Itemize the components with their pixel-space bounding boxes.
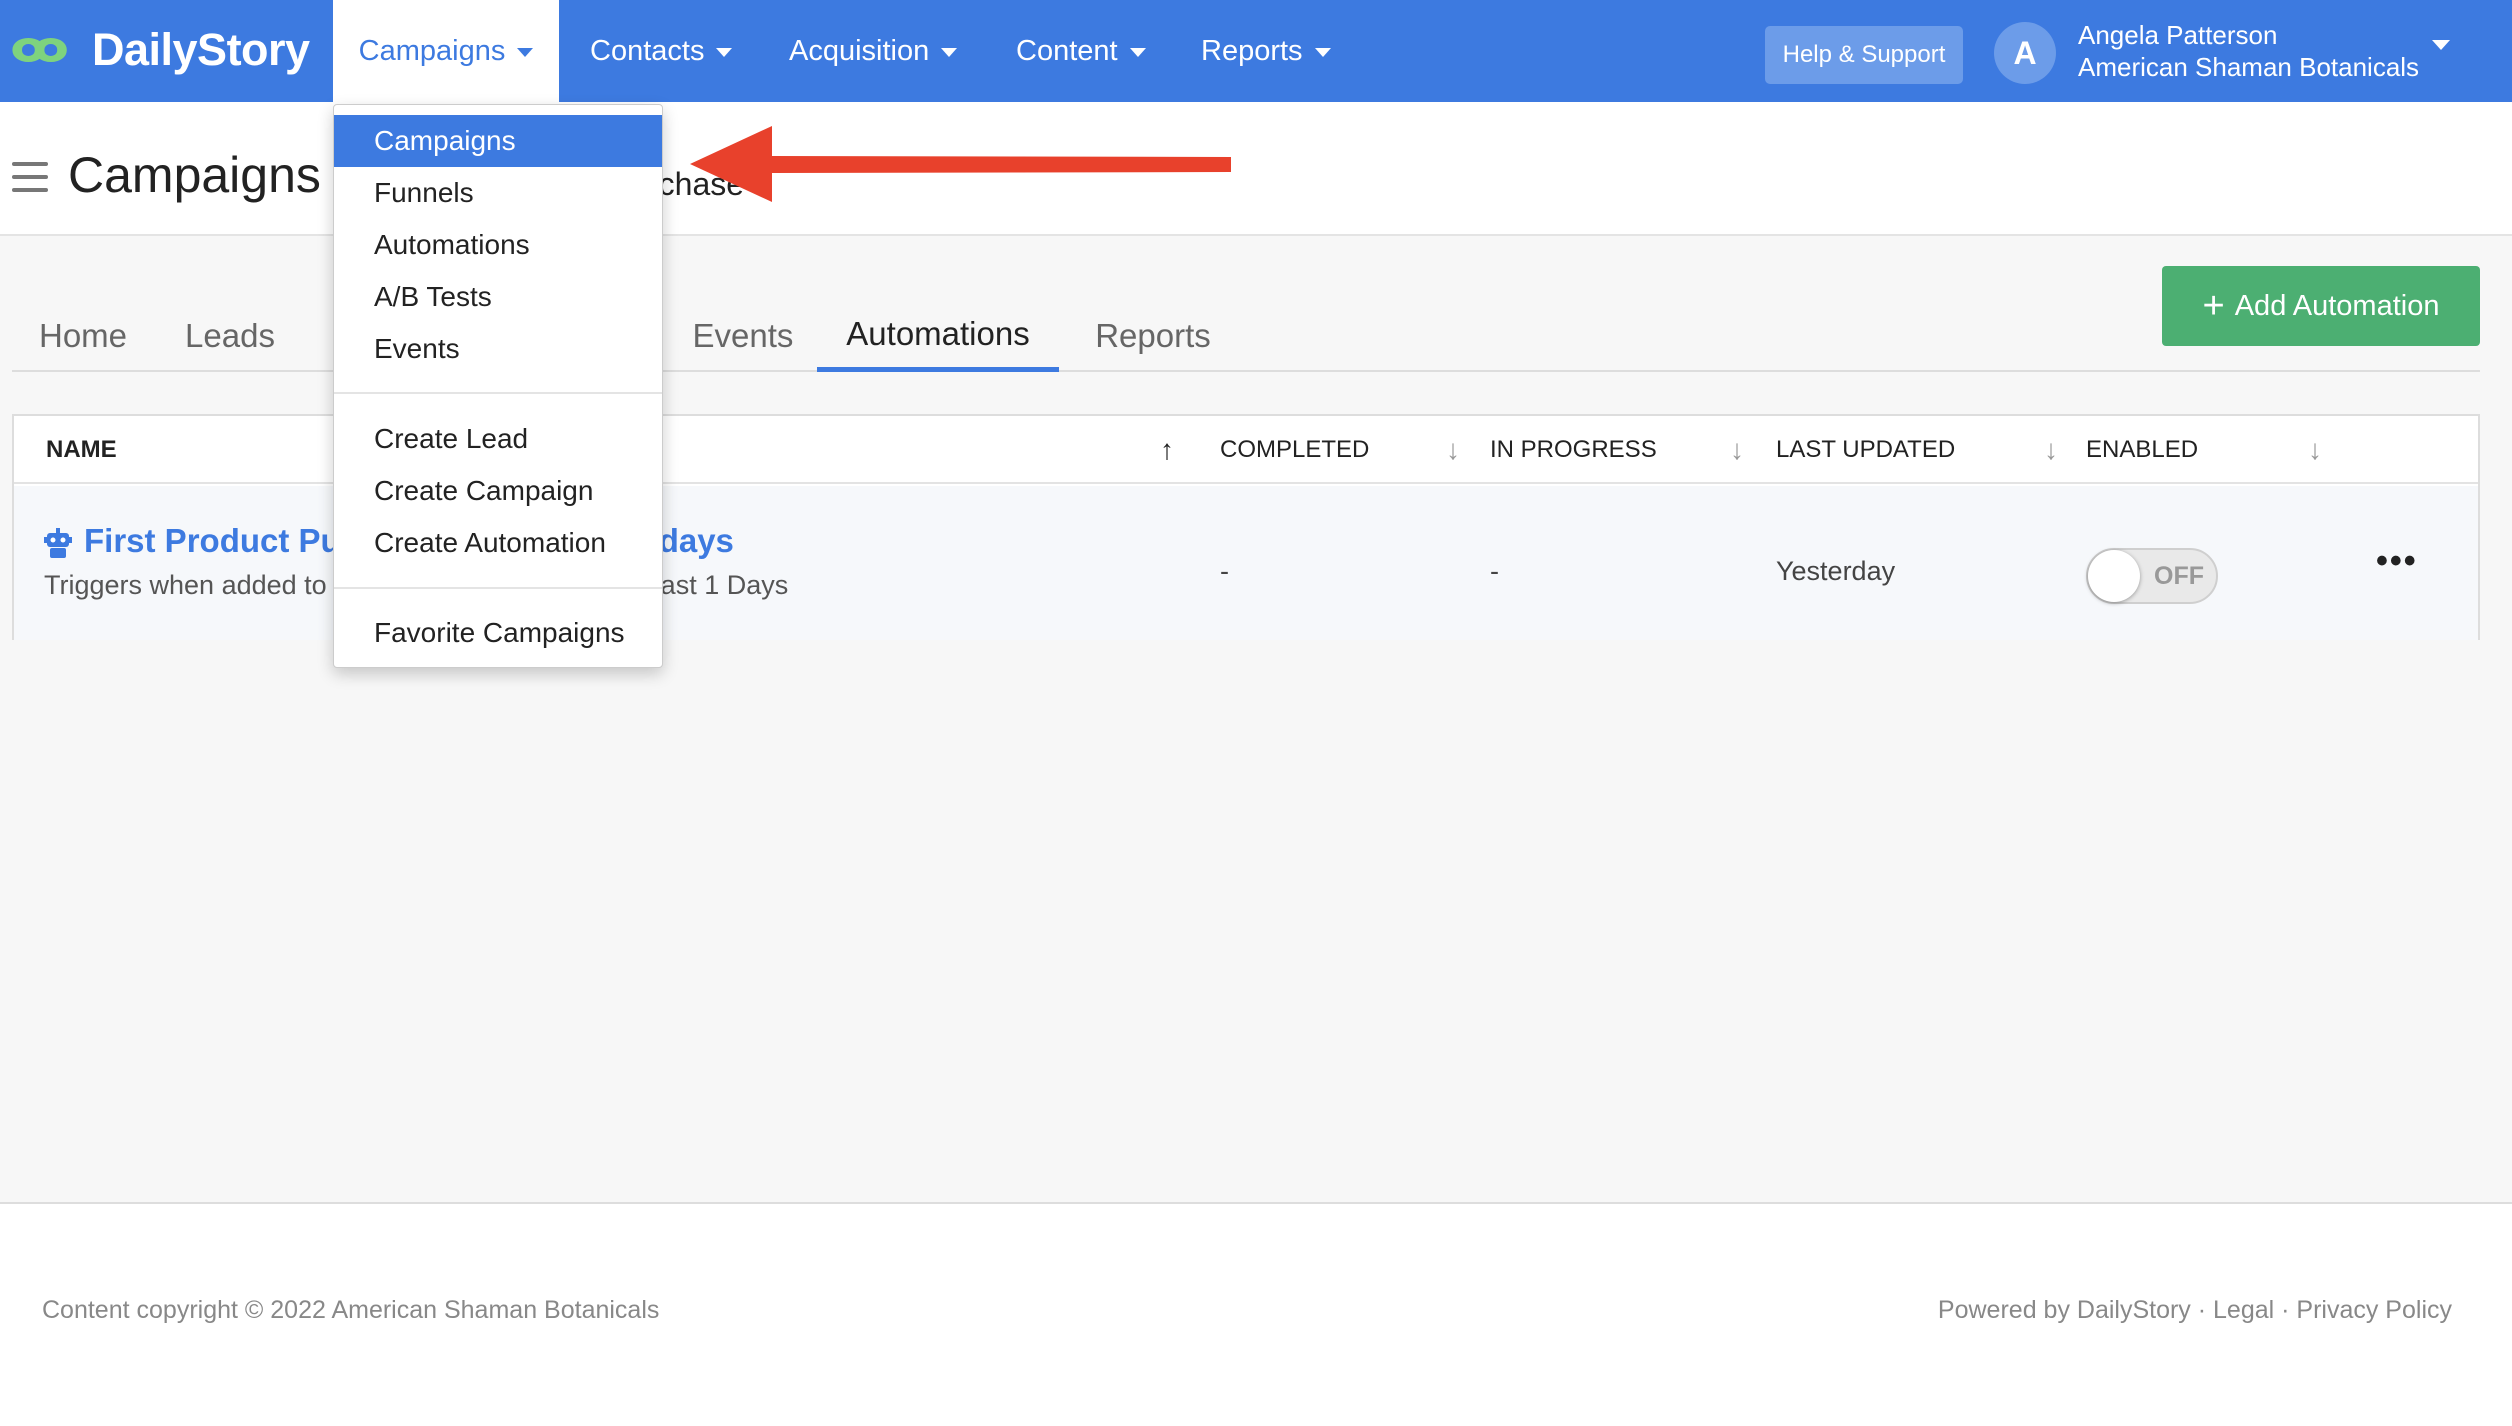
add-automation-button[interactable]: + Add Automation: [2162, 266, 2480, 346]
page-footer: Content copyright © 2022 American Shaman…: [0, 1202, 2512, 1426]
automation-title-right: days: [658, 522, 734, 559]
brand-logo[interactable]: DailyStory: [10, 22, 310, 78]
avatar[interactable]: A: [1994, 22, 2056, 84]
user-menu-caret-icon[interactable]: [2432, 40, 2450, 50]
top-navbar: DailyStory Campaigns Contacts Acquisitio…: [0, 0, 2512, 102]
tab-events[interactable]: Events: [678, 300, 808, 372]
sort-down-icon[interactable]: ↓: [1446, 434, 1460, 466]
nav-campaigns-label: Campaigns: [358, 34, 506, 67]
tab-home[interactable]: Home: [24, 300, 142, 372]
menu-item-automations[interactable]: Automations: [334, 219, 662, 271]
caret-down-icon: [716, 48, 733, 57]
menu-item-favorite-campaigns[interactable]: Favorite Campaigns: [334, 607, 662, 659]
menu-item-ab-tests[interactable]: A/B Tests: [334, 271, 662, 323]
menu-item-events[interactable]: Events: [334, 323, 662, 375]
plus-icon: +: [2202, 284, 2225, 327]
caret-down-icon: [941, 48, 958, 57]
nav-content[interactable]: Content: [1016, 0, 1146, 102]
tab-leads[interactable]: Leads: [172, 300, 288, 372]
sort-up-icon[interactable]: ↑: [1160, 434, 1174, 466]
add-automation-label: Add Automation: [2234, 289, 2440, 322]
toggle-label: OFF: [2154, 562, 2204, 590]
hamburger-menu-icon[interactable]: [12, 162, 48, 192]
sort-down-icon[interactable]: ↓: [1730, 434, 1744, 466]
tab-automations[interactable]: Automations: [817, 300, 1059, 372]
completed-value: -: [1220, 556, 1229, 586]
automation-title-left: First Product Pu: [84, 522, 341, 559]
menu-item-create-campaign[interactable]: Create Campaign: [334, 465, 662, 517]
nav-acquisition-label: Acquisition: [789, 34, 930, 67]
menu-item-funnels[interactable]: Funnels: [334, 167, 662, 219]
tab-reports[interactable]: Reports: [1078, 300, 1228, 372]
enabled-toggle[interactable]: OFF: [2086, 548, 2218, 604]
column-enabled[interactable]: ENABLED: [2086, 436, 2198, 464]
caret-down-icon: [1314, 48, 1331, 57]
campaigns-dropdown-menu: Campaigns Funnels Automations A/B Tests …: [333, 104, 663, 668]
caret-down-icon: [1129, 48, 1146, 57]
menu-divider: [334, 392, 662, 394]
more-options-icon[interactable]: •••: [2376, 542, 2418, 581]
column-completed[interactable]: COMPLETED: [1220, 436, 1369, 464]
column-last-updated[interactable]: LAST UPDATED: [1776, 436, 1955, 464]
brand-name: DailyStory: [92, 24, 310, 75]
menu-item-create-lead[interactable]: Create Lead: [334, 413, 662, 465]
help-support-button[interactable]: Help & Support: [1765, 26, 1963, 84]
caret-down-icon: [517, 48, 534, 57]
nav-campaigns[interactable]: Campaigns: [333, 0, 559, 102]
page-title: Campaigns: [68, 147, 321, 203]
annotation-arrow-icon: [690, 126, 1231, 202]
menu-item-campaigns[interactable]: Campaigns: [334, 115, 662, 167]
menu-item-create-automation[interactable]: Create Automation: [334, 517, 662, 569]
automation-desc-left: Triggers when added to: [44, 570, 327, 600]
nav-acquisition[interactable]: Acquisition: [789, 0, 958, 102]
user-org[interactable]: American Shaman Botanicals: [2078, 52, 2419, 83]
nav-reports[interactable]: Reports: [1201, 0, 1331, 102]
toggle-knob: [2088, 550, 2140, 602]
footer-links[interactable]: Powered by DailyStory · Legal · Privacy …: [1938, 1296, 2452, 1325]
robot-icon: [44, 528, 72, 558]
last-updated-value: Yesterday: [1776, 556, 1896, 586]
user-name[interactable]: Angela Patterson: [2078, 20, 2277, 51]
column-in-progress[interactable]: IN PROGRESS: [1490, 436, 1657, 464]
footer-copyright: Content copyright © 2022 American Shaman…: [42, 1296, 660, 1324]
column-name[interactable]: NAME: [46, 436, 117, 464]
automation-desc-right: Past 1 Days: [642, 570, 789, 600]
sort-down-icon[interactable]: ↓: [2044, 434, 2058, 466]
infinity-logo-icon: [12, 38, 67, 62]
sort-down-icon[interactable]: ↓: [2308, 434, 2322, 466]
menu-divider: [334, 587, 662, 589]
nav-reports-label: Reports: [1201, 34, 1303, 67]
nav-content-label: Content: [1016, 34, 1118, 67]
nav-contacts-label: Contacts: [590, 34, 705, 67]
in-progress-value: -: [1490, 556, 1499, 586]
nav-contacts[interactable]: Contacts: [590, 0, 733, 102]
